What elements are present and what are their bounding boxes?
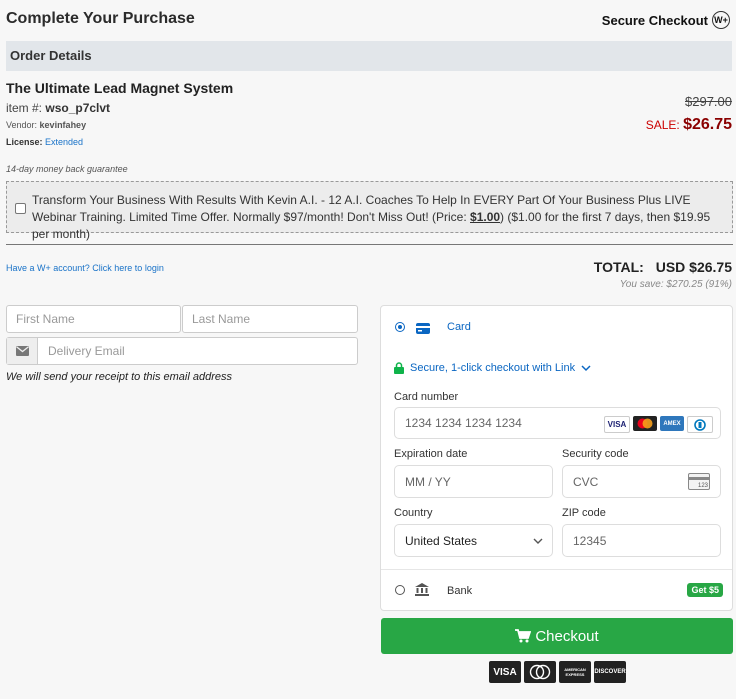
- product-name: The Ultimate Lead Magnet System: [6, 80, 234, 96]
- chevron-down-icon: [581, 364, 591, 371]
- chevron-down-icon: [533, 538, 543, 544]
- security-code-placeholder: CVC: [573, 474, 599, 489]
- payment-panel: Card Secure, 1-click checkout with Link …: [380, 305, 733, 611]
- zip-code-placeholder: 12345: [573, 533, 607, 548]
- login-link[interactable]: Have a W+ account? Click here to login: [6, 263, 164, 273]
- last-name-placeholder: Last Name: [192, 312, 251, 326]
- bank-icon: [415, 583, 429, 601]
- item-label: item #:: [6, 101, 43, 115]
- vendor-label: Vendor:: [6, 120, 38, 130]
- vendor-line: Vendor: kevinfahey: [6, 120, 86, 130]
- total-amount: USD $26.75: [655, 259, 732, 275]
- diners-club-icon: [687, 416, 713, 433]
- bank-radio[interactable]: [395, 585, 405, 595]
- expiration-placeholder: MM / YY: [405, 474, 451, 489]
- visa-logo-icon: VISA: [489, 661, 521, 683]
- card-number-placeholder: 1234 1234 1234 1234: [405, 416, 522, 430]
- secure-checkout-text: Secure Checkout: [601, 12, 708, 28]
- sale-price-line: SALE: $26.75: [646, 116, 732, 134]
- country-value: United States: [405, 533, 478, 548]
- upsell-price: $1.00: [470, 210, 501, 224]
- total-label: TOTAL:: [593, 259, 644, 275]
- cvc-card-icon: 123: [688, 473, 710, 490]
- security-code-input[interactable]: CVC 123: [562, 465, 721, 498]
- money-back-guarantee: 14-day money back guarantee: [6, 164, 128, 174]
- payment-divider: [381, 569, 732, 570]
- email-placeholder: Delivery Email: [48, 344, 125, 358]
- bank-promo-badge: Get $5: [687, 583, 723, 597]
- expiration-input[interactable]: MM / YY: [394, 465, 553, 498]
- page-title: Complete Your Purchase: [6, 10, 195, 27]
- zip-code-label: ZIP code: [562, 507, 606, 519]
- bank-option-label[interactable]: Bank: [447, 585, 472, 597]
- envelope-icon: [7, 338, 38, 364]
- link-checkout-text: Secure, 1-click checkout with Link: [410, 362, 576, 374]
- item-id: wso_p7clvt: [45, 101, 111, 115]
- receipt-note: We will send your receipt to this email …: [6, 371, 233, 383]
- card-number-label: Card number: [394, 391, 459, 403]
- email-field[interactable]: Delivery Email: [6, 337, 358, 365]
- vendor-name: kevinfahey: [39, 120, 87, 130]
- original-price: $297.00: [685, 94, 732, 109]
- mastercard-logo-icon: [524, 661, 556, 683]
- discover-logo-icon: DISCOVER: [594, 661, 626, 683]
- upsell-text: Transform Your Business With Results Wit…: [32, 192, 726, 243]
- secure-checkout-label: Secure Checkout W+: [602, 11, 730, 29]
- license-label: License:: [6, 137, 43, 147]
- first-name-field[interactable]: First Name: [6, 305, 181, 333]
- lock-icon: [394, 362, 404, 374]
- checkout-label: Checkout: [535, 627, 599, 645]
- order-details-header: Order Details: [6, 41, 732, 71]
- card-option-label[interactable]: Card: [447, 321, 471, 333]
- card-radio[interactable]: [395, 322, 405, 332]
- security-code-label: Security code: [562, 448, 629, 460]
- divider: [6, 244, 733, 245]
- sale-label: SALE:: [645, 118, 680, 132]
- amex-icon: AMEX: [660, 416, 684, 431]
- zip-code-input[interactable]: 12345: [562, 524, 721, 557]
- credit-card-icon: [416, 321, 430, 339]
- card-brand-icons: VISA AMEX: [604, 416, 713, 433]
- shopping-cart-icon: [515, 629, 532, 643]
- amex-logo-icon: AMERICAN EXPRESS: [559, 661, 591, 683]
- item-number: item #: wso_p7clvt: [6, 101, 110, 115]
- card-number-input[interactable]: 1234 1234 1234 1234 VISA AMEX: [394, 407, 721, 439]
- expiration-label: Expiration date: [394, 448, 468, 460]
- first-name-placeholder: First Name: [16, 312, 75, 326]
- last-name-field[interactable]: Last Name: [182, 305, 358, 333]
- license-line: License: Extended: [6, 137, 83, 147]
- upsell-checkbox[interactable]: [15, 203, 26, 214]
- warrior-plus-logo-icon: W+: [712, 11, 730, 29]
- order-total: TOTAL: USD $26.75: [594, 259, 732, 275]
- upsell-offer: Transform Your Business With Results Wit…: [6, 181, 733, 241]
- sale-price: $26.75: [683, 116, 732, 133]
- link-checkout[interactable]: Secure, 1-click checkout with Link: [394, 362, 591, 374]
- license-type: Extended: [45, 137, 84, 147]
- cvc-card-digits: 123: [697, 483, 708, 489]
- savings-text: You save: $270.25 (91%): [619, 279, 732, 290]
- payment-brand-logos: VISA AMERICAN EXPRESS DISCOVER: [489, 661, 626, 683]
- country-select[interactable]: United States: [394, 524, 553, 557]
- checkout-button[interactable]: Checkout: [381, 618, 733, 654]
- mastercard-icon: [633, 416, 657, 431]
- country-label: Country: [394, 507, 433, 519]
- visa-icon: VISA: [604, 416, 630, 433]
